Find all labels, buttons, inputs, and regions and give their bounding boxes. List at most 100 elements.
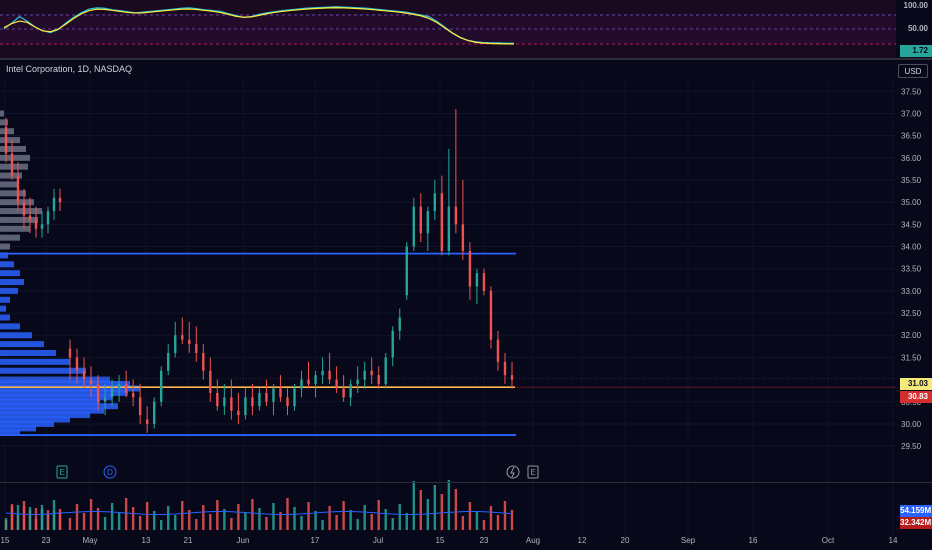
candle-body xyxy=(489,290,493,340)
time-tick-label: 23 xyxy=(42,536,51,545)
volume-bar xyxy=(475,511,479,530)
candle-body xyxy=(117,384,121,389)
time-tick-label: 15 xyxy=(1,536,10,545)
candle-body xyxy=(321,370,324,376)
volume-profile-bar xyxy=(0,261,14,268)
candle-body xyxy=(96,384,100,402)
earnings-marker-upcoming-label: E xyxy=(530,468,535,477)
volume-profile-bar xyxy=(0,367,86,374)
volume-bar xyxy=(426,499,430,530)
horizontal-lines[interactable] xyxy=(0,252,896,436)
candle-body xyxy=(433,193,437,212)
volume-bar xyxy=(391,518,394,530)
price-tick-label: 30.00 xyxy=(901,420,922,429)
volume-bar xyxy=(272,503,275,530)
volume-profile-bar xyxy=(0,234,20,241)
candle-body xyxy=(223,397,226,407)
candle-body xyxy=(82,370,86,380)
candle-body xyxy=(328,370,331,380)
volume-bar xyxy=(10,504,14,530)
currency-button[interactable]: USD xyxy=(898,64,928,78)
volume-bar xyxy=(138,516,142,530)
price-tick-label: 37.50 xyxy=(901,87,922,96)
volume-bar xyxy=(384,509,387,530)
candle-body xyxy=(230,397,233,411)
volume-bar xyxy=(370,514,373,530)
volume-bar xyxy=(4,518,8,530)
volume-bar xyxy=(223,509,226,530)
symbol-title[interactable]: Intel Corporation, 1D, NASDAQ xyxy=(6,64,132,74)
time-tick-label: 20 xyxy=(621,536,630,545)
volume-bar xyxy=(265,517,268,530)
pane-divider[interactable] xyxy=(0,58,932,60)
volume-bar xyxy=(454,489,458,530)
candle-body xyxy=(391,330,394,358)
candle-body xyxy=(40,224,44,229)
candle-body xyxy=(405,246,408,296)
time-tick-label: 16 xyxy=(749,536,758,545)
volume-bar xyxy=(412,481,415,530)
volume-bar xyxy=(28,507,32,530)
candle-body xyxy=(124,384,128,393)
volume-bar xyxy=(68,518,72,530)
volume-profile-bar xyxy=(0,270,20,277)
volume-bar xyxy=(328,506,331,530)
candle-body xyxy=(103,397,107,402)
candle-body xyxy=(314,375,317,385)
volume-profile-bar xyxy=(0,137,20,144)
candle-body xyxy=(475,273,479,287)
volume-bar xyxy=(195,519,198,530)
candle-body xyxy=(167,352,170,371)
candle-body xyxy=(89,379,93,385)
candle-body xyxy=(28,215,32,220)
volume-profile-bar xyxy=(0,341,44,348)
volume-bar xyxy=(131,507,135,530)
volume-bar xyxy=(482,520,486,530)
candle-body xyxy=(279,388,282,398)
volume-bar xyxy=(103,517,107,530)
lightning-icon[interactable] xyxy=(506,465,520,479)
price-tick-label: 32.00 xyxy=(901,331,922,340)
volume-bar xyxy=(145,502,149,530)
candle-body xyxy=(4,126,8,154)
candle-body xyxy=(356,379,359,385)
time-tick-label: 15 xyxy=(436,536,445,545)
candle-body xyxy=(68,348,72,358)
time-tick-label: Aug xyxy=(526,536,540,545)
candle-body xyxy=(251,397,254,407)
candle-body xyxy=(293,388,296,407)
time-tick-label: Sep xyxy=(681,536,696,545)
candle-body xyxy=(131,392,135,398)
volume-bar xyxy=(398,504,401,530)
candle-body xyxy=(258,392,261,407)
volume-bar xyxy=(307,502,310,530)
volume-pane-divider[interactable] xyxy=(0,482,932,483)
candle-body xyxy=(300,379,303,389)
price-tick-label: 33.00 xyxy=(901,287,922,296)
candle-body xyxy=(152,401,156,424)
volume-bar xyxy=(209,514,212,530)
candle-body xyxy=(237,410,240,416)
volume-bar xyxy=(160,520,163,530)
lightning-icon-glyph xyxy=(510,466,515,478)
volume-bar xyxy=(300,516,303,530)
volume-bar xyxy=(447,480,451,530)
candle-body xyxy=(426,211,430,234)
time-axis[interactable]: 15 23 May 13 21 Jun 17 Jul 15 23 Aug 12 20 Sep 16 Oct 14 xyxy=(1,536,898,545)
volume-bar xyxy=(405,513,408,530)
volume-bar xyxy=(34,508,38,530)
volume-bar xyxy=(237,504,240,530)
candle-body xyxy=(335,379,338,389)
volume-bar xyxy=(335,515,338,530)
volume-bar xyxy=(46,510,50,530)
chart-canvas[interactable]: E D E 37.50 37.00 36.50 36.00 35.50 35.00 34.50 3… xyxy=(0,0,932,550)
price-tick-label: 34.50 xyxy=(901,220,922,229)
volume-bar xyxy=(293,507,296,530)
volume-bar xyxy=(314,511,317,530)
event-markers[interactable]: EDE xyxy=(56,465,539,479)
candle-body xyxy=(286,397,289,407)
candle-body xyxy=(447,206,451,251)
volume-profile-bar xyxy=(0,323,20,330)
stochastic-pane xyxy=(0,0,896,58)
volume-profile-bar xyxy=(0,314,10,321)
